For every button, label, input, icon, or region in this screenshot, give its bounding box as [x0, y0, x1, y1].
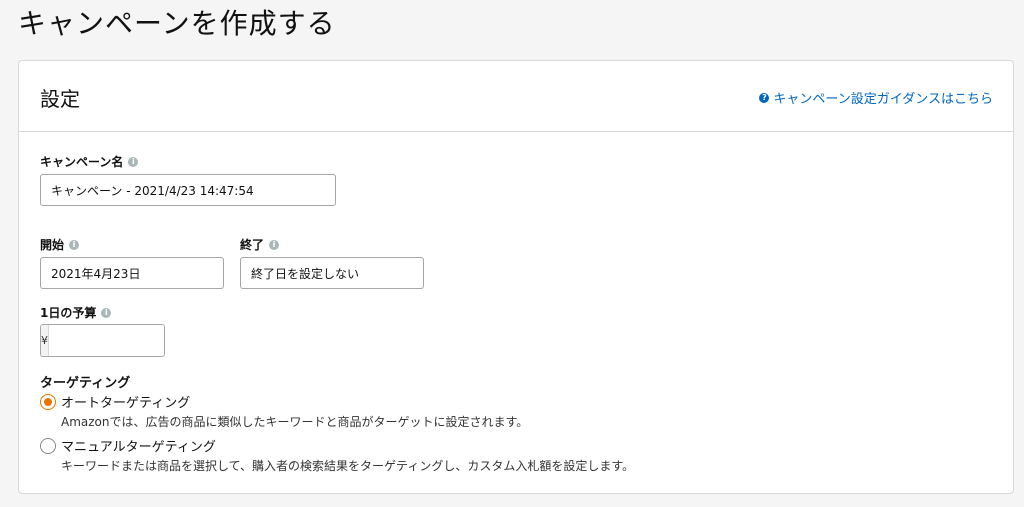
settings-header: 設定 ? キャンペーン設定ガイダンスはこちら	[19, 61, 1013, 132]
targeting-label-text: ターゲティング	[40, 376, 131, 391]
help-icon: ?	[759, 92, 770, 103]
manual-targeting-option[interactable]: マニュアルターゲティング	[40, 436, 216, 455]
auto-targeting-label: オートターゲティング	[61, 396, 191, 411]
end-date-input[interactable]	[240, 257, 424, 289]
daily-budget-label-text: 1日の予算	[40, 306, 97, 320]
manual-targeting-description: キーワードまたは商品を選択して、購入者の検索結果をターゲティングし、カスタム入札…	[61, 459, 635, 473]
end-date-label: 終了 i	[240, 236, 280, 253]
daily-budget-label: 1日の予算 i	[40, 304, 112, 321]
settings-card: 設定 ? キャンペーン設定ガイダンスはこちら キャンペーン名 i 開始 i 終了…	[18, 60, 1014, 494]
manual-targeting-radio[interactable]	[40, 437, 56, 454]
campaign-name-label: キャンペーン名 i	[40, 153, 139, 170]
targeting-label: ターゲティング	[40, 372, 130, 391]
daily-budget-field: ¥	[40, 324, 165, 357]
info-icon[interactable]: i	[269, 239, 280, 250]
guidance-link[interactable]: ? キャンペーン設定ガイダンスはこちら	[759, 88, 993, 107]
start-date-label: 開始 i	[40, 236, 80, 253]
currency-prefix: ¥	[41, 325, 49, 356]
info-icon[interactable]: i	[69, 239, 80, 250]
page-title: キャンペーンを作成する	[18, 7, 336, 40]
auto-targeting-option[interactable]: オートターゲティング	[40, 392, 190, 411]
auto-targeting-radio[interactable]	[40, 393, 56, 410]
auto-targeting-description: Amazonでは、広告の商品に類似したキーワードと商品がターゲットに設定されます…	[61, 415, 529, 429]
info-icon[interactable]: i	[101, 307, 112, 318]
start-date-input[interactable]	[40, 257, 224, 289]
daily-budget-input[interactable]	[49, 325, 164, 356]
manual-targeting-label: マニュアルターゲティング	[61, 440, 216, 455]
guidance-link-label: キャンペーン設定ガイダンスはこちら	[773, 92, 993, 107]
info-icon[interactable]: i	[128, 156, 139, 167]
campaign-name-input[interactable]	[40, 174, 336, 206]
settings-title: 設定	[40, 87, 80, 111]
campaign-name-label-text: キャンペーン名	[40, 155, 124, 169]
start-date-label-text: 開始	[40, 238, 65, 252]
end-date-label-text: 終了	[240, 238, 265, 252]
